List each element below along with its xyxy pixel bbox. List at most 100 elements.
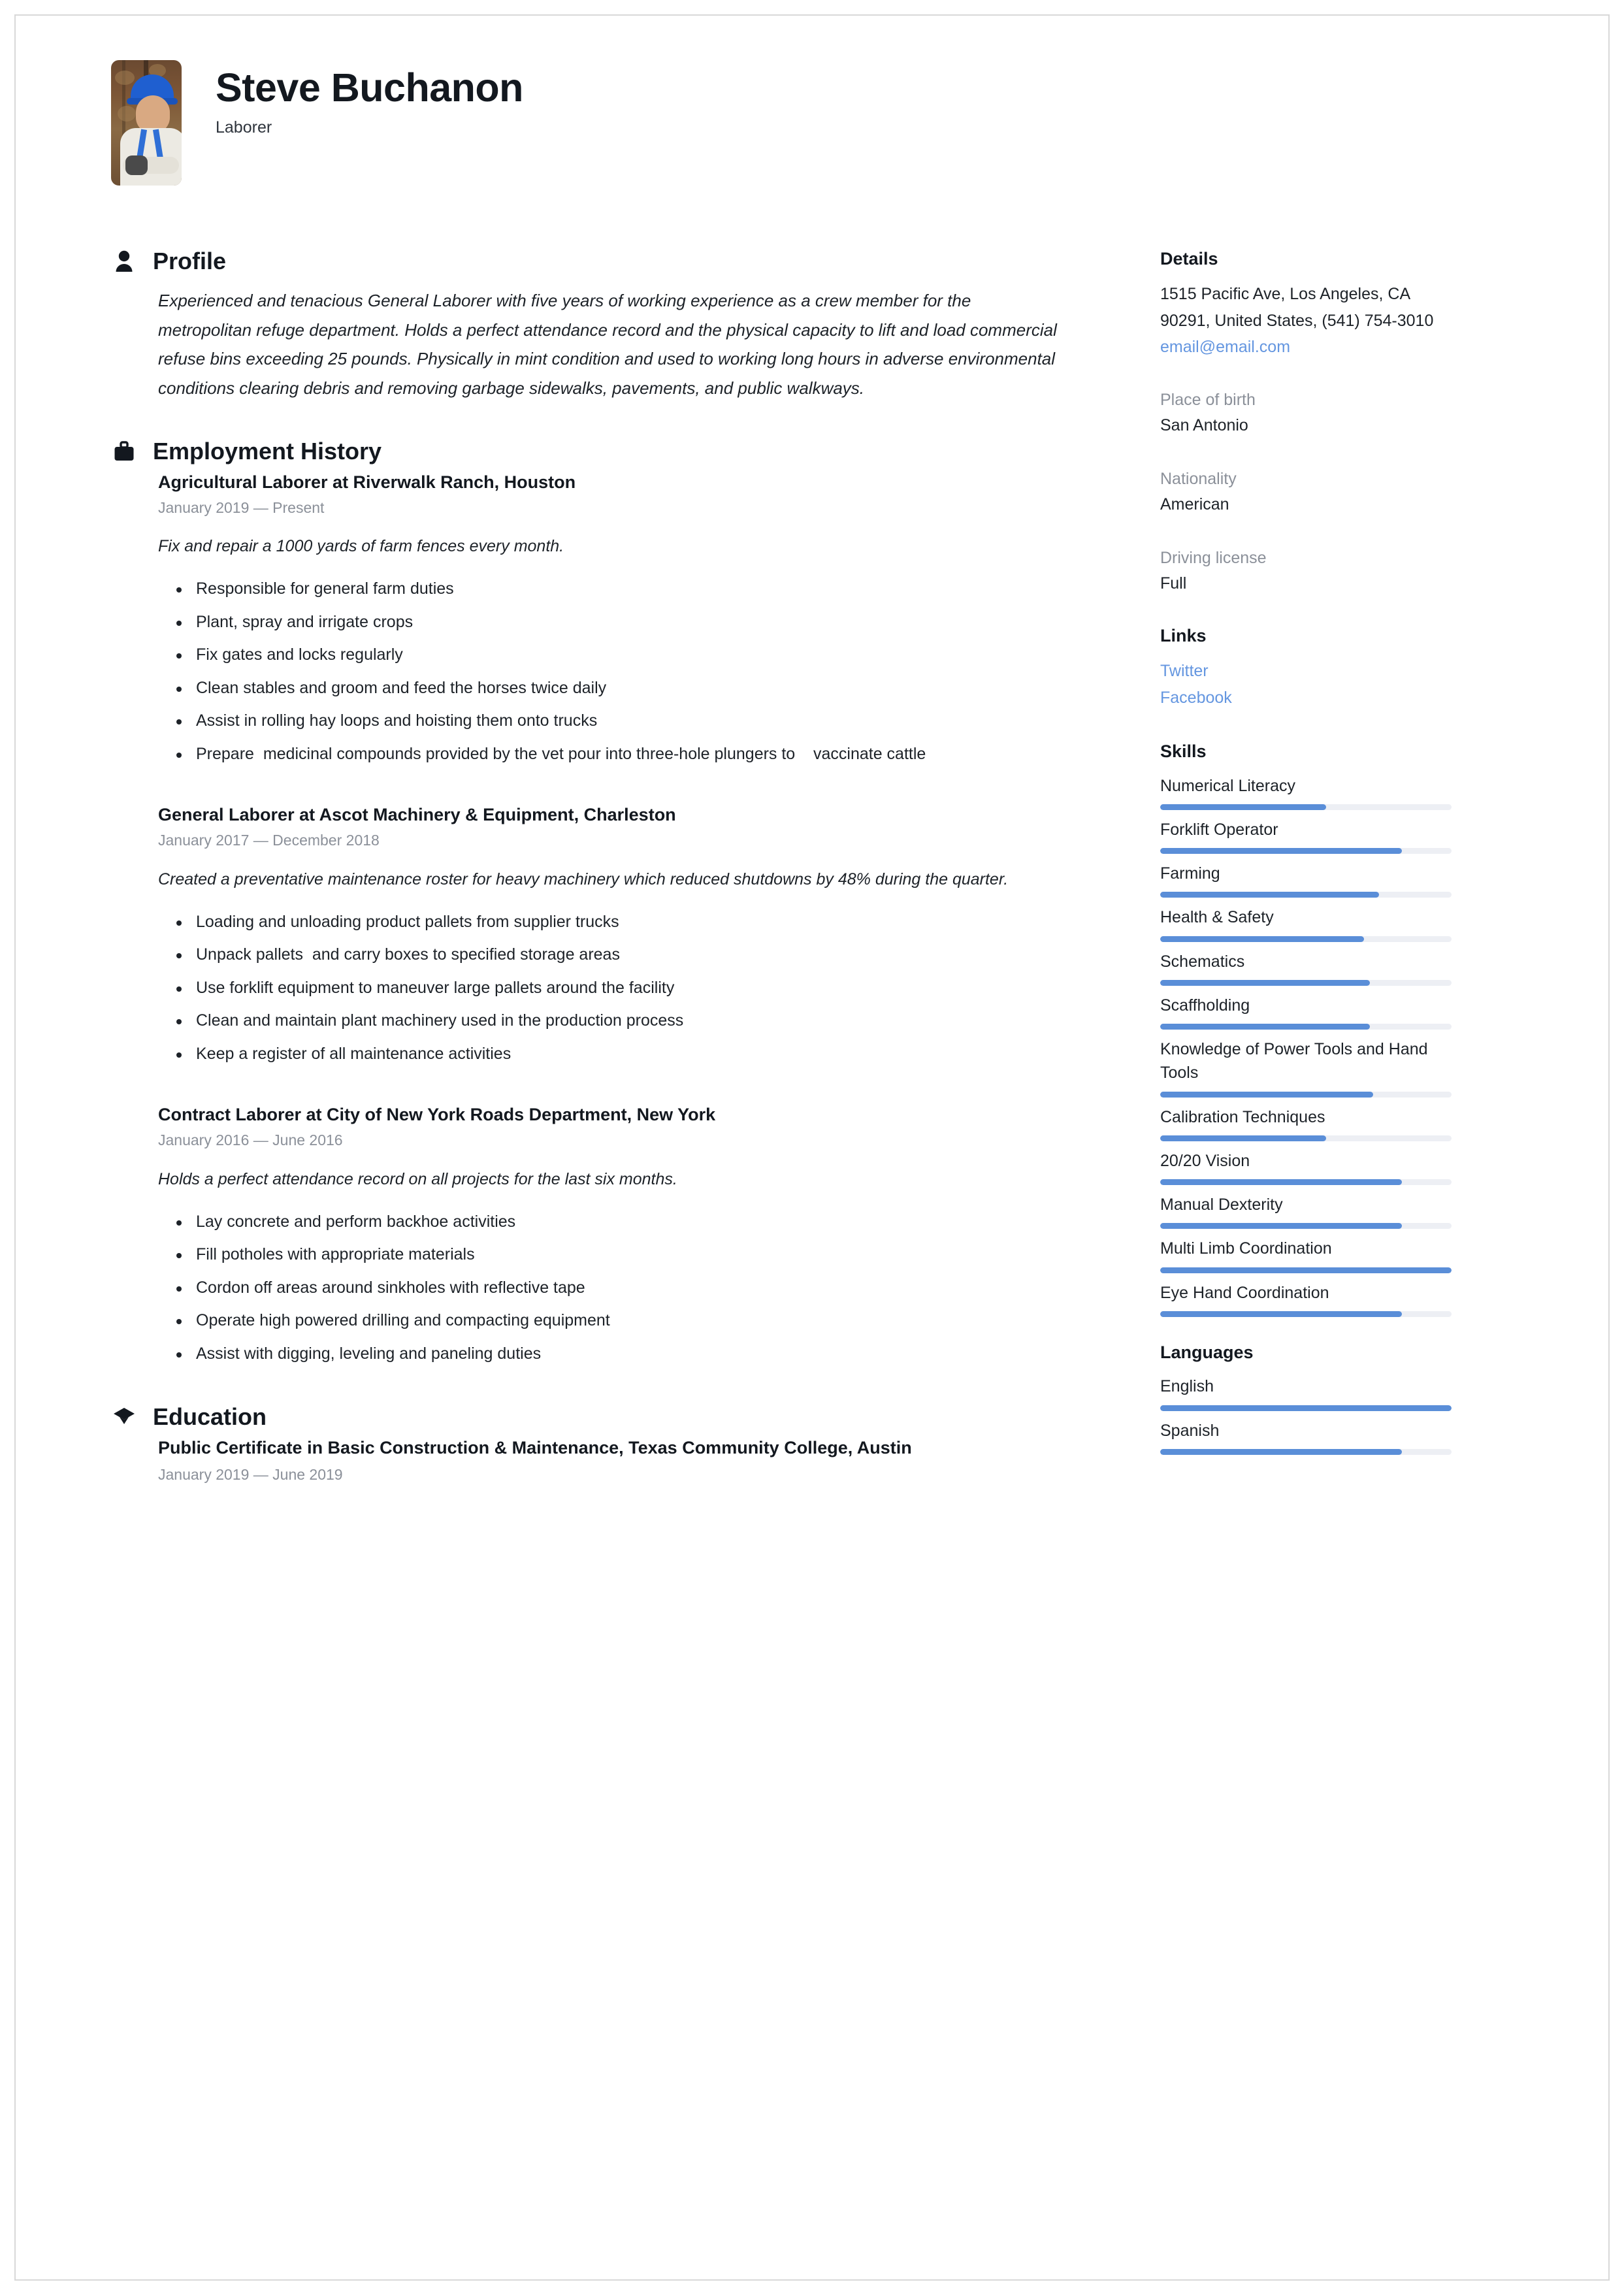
job-duty-list: Responsible for general farm duties Plan… xyxy=(158,576,1060,767)
list-item: Plant, spray and irrigate crops xyxy=(158,610,1060,636)
skill-item: Farming xyxy=(1160,862,1452,898)
field-label: Place of birth xyxy=(1160,390,1256,409)
skill-label: Manual Dexterity xyxy=(1160,1196,1283,1214)
link-twitter[interactable]: Twitter xyxy=(1160,658,1452,685)
skill-label: Scaffholding xyxy=(1160,996,1250,1015)
avatar xyxy=(111,60,182,186)
detail-field-driving-license: Driving license Full xyxy=(1160,546,1452,596)
skill-bar-fill xyxy=(1160,979,1371,986)
field-value: San Antonio xyxy=(1160,416,1248,435)
list-item: Lay concrete and perform backhoe activit… xyxy=(158,1209,1060,1235)
details-heading: Details xyxy=(1160,249,1218,269)
job-duty-list: Lay concrete and perform backhoe activit… xyxy=(158,1209,1060,1367)
language-label: Spanish xyxy=(1160,1421,1220,1440)
languages-section: Languages English Spanish xyxy=(1160,1342,1452,1455)
link-facebook[interactable]: Facebook xyxy=(1160,685,1452,711)
skill-bar-fill xyxy=(1160,892,1379,898)
job-title: Laborer xyxy=(216,118,272,137)
education-heading: Education xyxy=(153,1403,267,1430)
skill-bar-fill xyxy=(1160,1267,1452,1273)
skill-bar-track xyxy=(1160,892,1452,898)
languages-heading: Languages xyxy=(1160,1342,1254,1362)
job-date: January 2019 — Present xyxy=(158,498,325,516)
detail-field-place-of-birth: Place of birth San Antonio xyxy=(1160,388,1452,438)
list-item: Use forklift equipment to maneuver large… xyxy=(158,975,1060,1001)
field-value: Full xyxy=(1160,574,1187,593)
details-section: Details 1515 Pacific Ave, Los Angeles, C… xyxy=(1160,248,1452,596)
profile-text: Experienced and tenacious General Labore… xyxy=(158,291,1057,399)
detail-field-nationality: Nationality American xyxy=(1160,467,1452,517)
skill-bar-track xyxy=(1160,979,1452,986)
field-label: Nationality xyxy=(1160,469,1237,488)
address-text: 1515 Pacific Ave, Los Angeles, CA 90291,… xyxy=(1160,285,1434,330)
skills-heading: Skills xyxy=(1160,741,1207,762)
job-entry: Contract Laborer at City of New York Roa… xyxy=(158,1103,1060,1367)
skill-bar-track xyxy=(1160,1179,1452,1186)
skill-bar-track xyxy=(1160,936,1452,942)
skill-item: Numerical Literacy xyxy=(1160,774,1452,810)
job-date: January 2017 — December 2018 xyxy=(158,832,380,849)
resume-sheet: Steve Buchanon Laborer Profile Experienc… xyxy=(14,14,1610,2281)
skill-bar-fill xyxy=(1160,1223,1403,1229)
profile-section: Profile Experienced and tenacious Genera… xyxy=(111,248,1060,403)
skill-bar-fill xyxy=(1160,848,1403,855)
page-title: Steve Buchanon xyxy=(216,65,523,110)
list-item: Fill potholes with appropriate materials xyxy=(158,1242,1060,1268)
sidebar: Details 1515 Pacific Ave, Los Angeles, C… xyxy=(1060,248,1452,1463)
field-label: Driving license xyxy=(1160,548,1267,567)
skill-item: Scaffholding xyxy=(1160,994,1452,1030)
briefcase-icon xyxy=(111,438,137,464)
skill-item: Knowledge of Power Tools and Hand Tools xyxy=(1160,1037,1452,1098)
skill-bar-fill xyxy=(1160,1179,1403,1186)
language-item: English xyxy=(1160,1375,1452,1411)
language-label: English xyxy=(1160,1377,1214,1396)
email-link[interactable]: email@email.com xyxy=(1160,334,1452,361)
field-value: American xyxy=(1160,495,1229,514)
job-entry: General Laborer at Ascot Machinery & Equ… xyxy=(158,804,1060,1067)
links-heading: Links xyxy=(1160,625,1207,645)
skill-label: Forklift Operator xyxy=(1160,820,1278,839)
list-item: Operate high powered drilling and compac… xyxy=(158,1308,1060,1334)
skill-bar-fill xyxy=(1160,936,1365,942)
skill-item: Eye Hand Coordination xyxy=(1160,1281,1452,1317)
skill-bar-fill xyxy=(1160,1091,1373,1098)
skill-bar-track xyxy=(1160,1223,1452,1229)
links-section: Links Twitter Facebook xyxy=(1160,625,1452,711)
job-title-text: General Laborer at Ascot Machinery & Equ… xyxy=(158,805,676,825)
job-description: Fix and repair a 1000 yards of farm fenc… xyxy=(158,537,564,556)
skill-bar-track xyxy=(1160,1310,1452,1317)
skill-bar-fill xyxy=(1160,1024,1371,1030)
skills-section: Skills Numerical Literacy Forklift Opera… xyxy=(1160,741,1452,1317)
skill-label: Multi Limb Coordination xyxy=(1160,1239,1332,1258)
language-bar-track xyxy=(1160,1448,1452,1455)
skill-bar-fill xyxy=(1160,804,1327,810)
skill-item: Schematics xyxy=(1160,950,1452,986)
skill-label: Knowledge of Power Tools and Hand Tools xyxy=(1160,1040,1428,1082)
resume-page: Steve Buchanon Laborer Profile Experienc… xyxy=(0,0,1624,2295)
list-item: Fix gates and locks regularly xyxy=(158,642,1060,668)
list-item: Clean stables and groom and feed the hor… xyxy=(158,675,1060,702)
skill-label: Calibration Techniques xyxy=(1160,1107,1325,1126)
language-item: Spanish xyxy=(1160,1419,1452,1455)
list-item: Loading and unloading product pallets fr… xyxy=(158,909,1060,936)
skill-bar-track xyxy=(1160,848,1452,855)
language-bar-fill xyxy=(1160,1448,1403,1455)
employment-section: Employment History Agricultural Laborer … xyxy=(111,438,1060,1367)
list-item: Responsible for general farm duties xyxy=(158,576,1060,602)
main-column: Profile Experienced and tenacious Genera… xyxy=(111,248,1060,1484)
skill-item: Forklift Operator xyxy=(1160,818,1452,855)
skill-bar-track xyxy=(1160,1267,1452,1273)
language-bar-fill xyxy=(1160,1405,1452,1411)
skill-bar-fill xyxy=(1160,1310,1403,1317)
job-entry: Agricultural Laborer at Riverwalk Ranch,… xyxy=(158,471,1060,768)
list-item: Assist in rolling hay loops and hoisting… xyxy=(158,708,1060,734)
graduation-cap-icon xyxy=(111,1403,137,1429)
job-description: Holds a perfect attendance record on all… xyxy=(158,1169,677,1188)
list-item: Unpack pallets and carry boxes to specif… xyxy=(158,942,1060,968)
skill-bar-fill xyxy=(1160,1135,1327,1141)
language-bar-track xyxy=(1160,1405,1452,1411)
job-date: January 2016 — June 2016 xyxy=(158,1131,343,1149)
skill-item: Manual Dexterity xyxy=(1160,1193,1452,1229)
list-item: Prepare medicinal compounds provided by … xyxy=(158,741,1060,768)
education-date: January 2019 — June 2019 xyxy=(158,1465,343,1483)
